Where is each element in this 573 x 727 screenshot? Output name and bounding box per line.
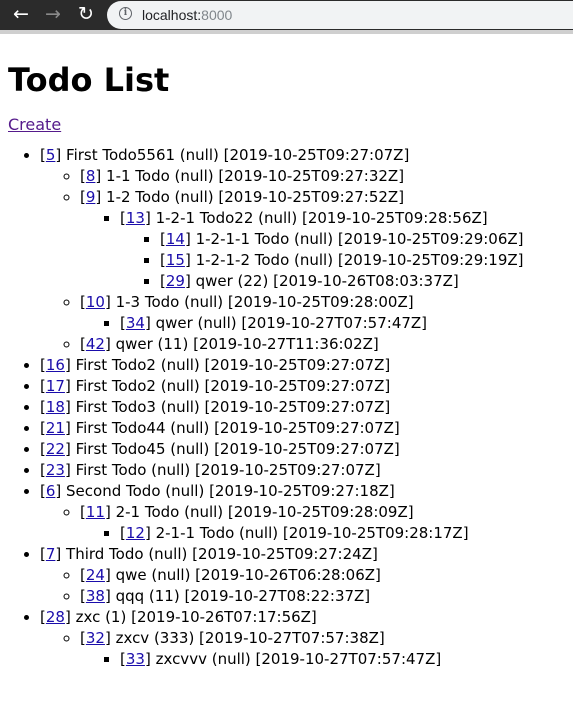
todo-item: [23] First Todo (null) [2019-10-25T09:27… [40,460,568,481]
url-port: 8000 [201,7,233,23]
todo-text: 1-3 Todo (null) [2019-10-25T09:28:00Z] [115,293,414,311]
todo-text: zxcv (333) [2019-10-27T07:57:38Z] [115,629,385,647]
todo-item: [15] 1-2-1-2 Todo (null) [2019-10-25T09:… [160,250,568,271]
todo-sublist: [11] 2-1 Todo (null) [2019-10-25T09:28:0… [40,502,568,544]
todo-sublist: [12] 2-1-1 Todo (null) [2019-10-25T09:28… [80,523,568,544]
todo-text: 1-2-1 Todo22 (null) [2019-10-25T09:28:56… [155,209,488,227]
todo-sublist: [8] 1-1 Todo (null) [2019-10-25T09:27:32… [40,166,568,355]
todo-id-link[interactable]: 13 [126,209,145,227]
todo-item: [5] First Todo5561 (null) [2019-10-25T09… [40,145,568,355]
todo-id-link[interactable]: 24 [86,566,105,584]
todo-text: qwe (null) [2019-10-26T06:28:06Z] [115,566,381,584]
todo-id-link[interactable]: 6 [46,482,56,500]
todo-sublist: [13] 1-2-1 Todo22 (null) [2019-10-25T09:… [80,208,568,292]
todo-text: 2-1 Todo (null) [2019-10-25T09:28:09Z] [115,503,414,521]
todo-text: 1-2 Todo (null) [2019-10-25T09:27:52Z] [106,188,405,206]
todo-item: [7] Third Todo (null) [2019-10-25T09:27:… [40,544,568,607]
todo-text: zxc (1) [2019-10-26T07:17:56Z] [75,608,317,626]
todo-id-link[interactable]: 32 [86,629,105,647]
todo-id-link[interactable]: 15 [166,251,185,269]
todo-id-link[interactable]: 23 [46,461,65,479]
todo-item: [38] qqq (11) [2019-10-27T08:22:37Z] [80,586,568,607]
todo-id-link[interactable]: 42 [86,335,105,353]
todo-item: [8] 1-1 Todo (null) [2019-10-25T09:27:32… [80,166,568,187]
todo-id-link[interactable]: 29 [166,272,185,290]
todo-item: [16] First Todo2 (null) [2019-10-25T09:2… [40,355,568,376]
todo-item: [24] qwe (null) [2019-10-26T06:28:06Z] [80,565,568,586]
todo-text: qwer (22) [2019-10-26T08:03:37Z] [195,272,459,290]
todo-item: [9] 1-2 Todo (null) [2019-10-25T09:27:52… [80,187,568,292]
todo-text: First Todo5561 (null) [2019-10-25T09:27:… [66,146,410,164]
info-icon[interactable]: i [119,7,132,20]
todo-item: [18] First Todo3 (null) [2019-10-25T09:2… [40,397,568,418]
todo-text: First Todo3 (null) [2019-10-25T09:27:07Z… [75,398,391,416]
todo-item: [10] 1-3 Todo (null) [2019-10-25T09:28:0… [80,292,568,334]
create-link[interactable]: Create [8,114,61,135]
todo-item: [34] qwer (null) [2019-10-27T07:57:47Z] [120,313,568,334]
todo-text: First Todo (null) [2019-10-25T09:27:07Z] [75,461,381,479]
todo-item: [22] First Todo45 (null) [2019-10-25T09:… [40,439,568,460]
todo-item: [17] First Todo2 (null) [2019-10-25T09:2… [40,376,568,397]
todo-item: [28] zxc (1) [2019-10-26T07:17:56Z][32] … [40,607,568,670]
todo-item: [6] Second Todo (null) [2019-10-25T09:27… [40,481,568,544]
todo-text: First Todo2 (null) [2019-10-25T09:27:07Z… [75,377,391,395]
todo-text: 2-1-1 Todo (null) [2019-10-25T09:28:17Z] [155,524,469,542]
address-bar[interactable]: i localhost:8000 [107,1,573,29]
browser-toolbar: ← → ↻ i localhost:8000 [0,0,573,30]
page-content: Todo List Create [5] First Todo5561 (nul… [8,34,568,670]
todo-text: qqq (11) [2019-10-27T08:22:37Z] [115,587,371,605]
todo-sublist: [34] qwer (null) [2019-10-27T07:57:47Z] [80,313,568,334]
todo-text: qwer (null) [2019-10-27T07:57:47Z] [155,314,428,332]
todo-sublist: [24] qwe (null) [2019-10-26T06:28:06Z][3… [40,565,568,607]
todo-id-link[interactable]: 28 [46,608,65,626]
todo-item: [29] qwer (22) [2019-10-26T08:03:37Z] [160,271,568,292]
todo-text: 1-2-1-2 Todo (null) [2019-10-25T09:29:19… [195,251,524,269]
todo-item: [21] First Todo44 (null) [2019-10-25T09:… [40,418,568,439]
todo-id-link[interactable]: 22 [46,440,65,458]
todo-text: First Todo2 (null) [2019-10-25T09:27:07Z… [75,356,391,374]
todo-id-link[interactable]: 12 [126,524,145,542]
todo-list: [5] First Todo5561 (null) [2019-10-25T09… [0,145,568,670]
todo-text: Second Todo (null) [2019-10-25T09:27:18Z… [66,482,395,500]
todo-id-link[interactable]: 34 [126,314,145,332]
todo-id-link[interactable]: 16 [46,356,65,374]
reload-icon[interactable]: ↻ [75,3,97,25]
todo-item: [12] 2-1-1 Todo (null) [2019-10-25T09:28… [120,523,568,544]
todo-id-link[interactable]: 7 [46,545,56,563]
url-text: localhost:8000 [142,6,232,24]
todo-text: First Todo45 (null) [2019-10-25T09:27:07… [75,440,400,458]
todo-item: [42] qwer (11) [2019-10-27T11:36:02Z] [80,334,568,355]
todo-text: First Todo44 (null) [2019-10-25T09:27:07… [75,419,400,437]
todo-id-link[interactable]: 14 [166,230,185,248]
todo-id-link[interactable]: 33 [126,650,145,668]
page-title: Todo List [8,61,170,99]
todo-text: zxcvvv (null) [2019-10-27T07:57:47Z] [155,650,442,668]
todo-id-link[interactable]: 9 [86,188,96,206]
arrow-left-icon[interactable]: ← [10,3,32,25]
todo-id-link[interactable]: 11 [86,503,105,521]
todo-item: [13] 1-2-1 Todo22 (null) [2019-10-25T09:… [120,208,568,292]
todo-id-link[interactable]: 21 [46,419,65,437]
todo-item: [14] 1-2-1-1 Todo (null) [2019-10-25T09:… [160,229,568,250]
todo-id-link[interactable]: 18 [46,398,65,416]
todo-id-link[interactable]: 17 [46,377,65,395]
todo-text: Third Todo (null) [2019-10-25T09:27:24Z] [66,545,378,563]
todo-sublist: [14] 1-2-1-1 Todo (null) [2019-10-25T09:… [120,229,568,292]
todo-item: [11] 2-1 Todo (null) [2019-10-25T09:28:0… [80,502,568,544]
todo-sublist: [33] zxcvvv (null) [2019-10-27T07:57:47Z… [80,649,568,670]
todo-id-link[interactable]: 8 [86,167,96,185]
todo-id-link[interactable]: 5 [46,146,56,164]
todo-id-link[interactable]: 38 [86,587,105,605]
todo-text: 1-2-1-1 Todo (null) [2019-10-25T09:29:06… [195,230,524,248]
todo-item: [33] zxcvvv (null) [2019-10-27T07:57:47Z… [120,649,568,670]
url-host: localhost: [142,7,202,23]
todo-sublist: [32] zxcv (333) [2019-10-27T07:57:38Z][3… [40,628,568,670]
arrow-right-icon[interactable]: → [42,3,64,25]
todo-id-link[interactable]: 10 [86,293,105,311]
todo-text: qwer (11) [2019-10-27T11:36:02Z] [115,335,379,353]
todo-text: 1-1 Todo (null) [2019-10-25T09:27:32Z] [106,167,405,185]
todo-item: [32] zxcv (333) [2019-10-27T07:57:38Z][3… [80,628,568,670]
